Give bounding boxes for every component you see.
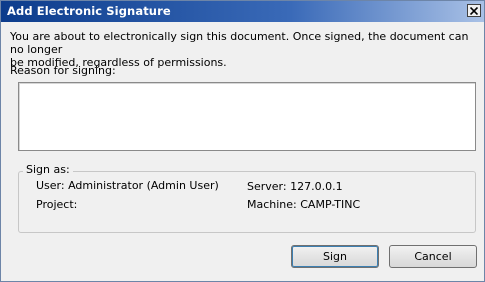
cancel-button[interactable]: Cancel [389,245,477,268]
sign-as-legend: Sign as: [23,163,73,176]
close-button[interactable] [467,4,481,17]
intro-line-1: You are about to electronically sign thi… [10,30,469,56]
user-label: User: Administrator (Admin User) [36,179,219,192]
reason-field[interactable] [18,82,476,151]
project-label: Project: [36,198,78,211]
close-icon [470,6,478,15]
server-label: Server: 127.0.0.1 [247,180,343,193]
machine-label: Machine: CAMP-TINC [247,198,361,211]
reason-textarea[interactable] [19,83,475,150]
reason-label: Reason for signing: [10,64,116,77]
window-title: Add Electronic Signature [7,4,171,18]
title-bar[interactable]: Add Electronic Signature [1,1,484,22]
sign-button[interactable]: Sign [291,245,379,268]
add-signature-dialog: Add Electronic Signature You are about t… [0,0,485,282]
